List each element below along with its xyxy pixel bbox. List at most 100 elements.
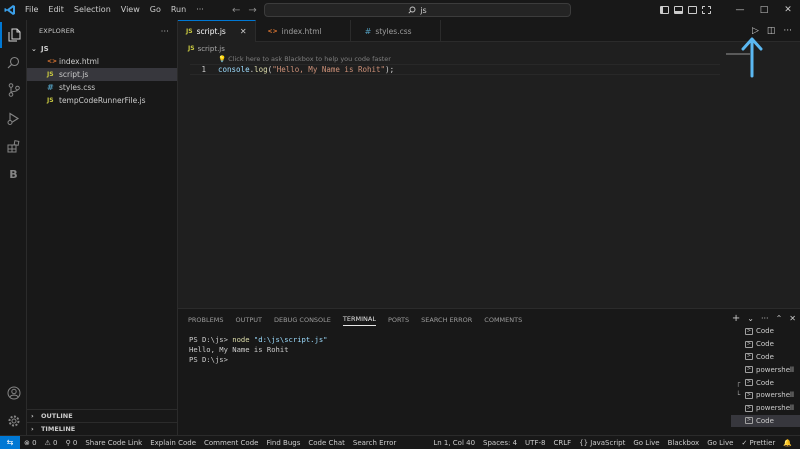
menu-edit[interactable]: Edit <box>43 0 69 20</box>
toggle-primary-sidebar-icon[interactable] <box>660 6 669 14</box>
chevron-down-icon[interactable]: ⌄ <box>747 314 754 323</box>
outline-section[interactable]: › OUTLINE <box>27 409 178 422</box>
html-file-icon: <> <box>47 58 58 65</box>
tab-problems[interactable]: PROBLEMS <box>188 316 223 324</box>
tab-debug-console[interactable]: DEBUG CONSOLE <box>274 316 331 324</box>
command-center-search[interactable]: js <box>264 3 571 17</box>
js-file-icon: JS <box>47 71 54 78</box>
search-icon[interactable] <box>0 49 27 75</box>
folder-js[interactable]: ⌄ JS <box>27 42 177 55</box>
terminal-icon: > <box>745 327 753 335</box>
file-label: styles.css <box>59 83 96 92</box>
tab-search-error[interactable]: SEARCH ERROR <box>421 316 472 324</box>
encoding[interactable]: UTF-8 <box>521 439 549 447</box>
breadcrumb[interactable]: JS script.js <box>188 43 225 54</box>
code-object: console <box>218 65 250 74</box>
terminal-item[interactable]: > Code <box>731 414 800 428</box>
tab-index-html[interactable]: <> index.html <box>256 20 351 42</box>
code-string: "Hello, My Name is Rohit" <box>272 65 386 74</box>
chevron-down-icon: ⌄ <box>31 44 37 53</box>
explorer-sidebar: EXPLORER ··· ⌄ JS <> index.html JS scrip… <box>27 20 178 435</box>
errors-count[interactable]: ⊗ 0 <box>20 439 41 447</box>
cursor-position[interactable]: Ln 1, Col 40 <box>429 439 479 447</box>
terminal-item[interactable]: > Code <box>731 351 800 364</box>
split-editor-icon[interactable]: ◫ <box>767 26 776 36</box>
go-live-button-2[interactable]: Go Live <box>703 439 737 447</box>
terminal-item[interactable]: > Code <box>731 338 800 351</box>
source-control-icon[interactable] <box>0 77 27 103</box>
indentation[interactable]: Spaces: 4 <box>479 439 521 447</box>
language-mode[interactable]: {} JavaScript <box>575 439 629 447</box>
file-script-js[interactable]: JS script.js <box>27 68 177 81</box>
toggle-panel-icon[interactable] <box>674 6 683 14</box>
terminal-item[interactable]: ┌ > Code <box>731 376 800 389</box>
forward-arrow-icon[interactable]: → <box>248 5 256 16</box>
blackbox-status[interactable]: Blackbox <box>664 439 704 447</box>
comment-code[interactable]: Comment Code <box>200 439 262 447</box>
ports-count[interactable]: ⚲ 0 <box>62 439 82 447</box>
terminal-output[interactable]: PS D:\js> node "d:\js\script.js" Hello, … <box>189 335 328 365</box>
menu-file[interactable]: File <box>20 0 43 20</box>
terminal-item[interactable]: > powershell <box>731 402 800 415</box>
code-line-1[interactable]: 1 console.log("Hello, My Name is Rohit")… <box>190 64 720 75</box>
menu-go[interactable]: Go <box>145 0 166 20</box>
extensions-icon[interactable] <box>0 133 27 159</box>
customize-layout-icon[interactable] <box>702 6 711 14</box>
share-code-link[interactable]: Share Code Link <box>81 439 146 447</box>
warnings-count[interactable]: ⚠ 0 <box>41 439 62 447</box>
minimize-window-icon[interactable]: — <box>728 5 752 15</box>
file-tempcoderunnerfile-js[interactable]: JS tempCodeRunnerFile.js <box>27 94 177 107</box>
explorer-icon[interactable] <box>0 22 27 48</box>
go-live-button[interactable]: Go Live <box>629 439 663 447</box>
menu-selection[interactable]: Selection <box>69 0 116 20</box>
explain-code[interactable]: Explain Code <box>146 439 200 447</box>
code-chat[interactable]: Code Chat <box>304 439 349 447</box>
toggle-secondary-sidebar-icon[interactable] <box>688 6 697 14</box>
explorer-header: EXPLORER ··· <box>27 20 177 42</box>
close-tab-icon[interactable]: ✕ <box>240 27 247 36</box>
tab-label: index.html <box>281 26 322 36</box>
terminal-argument: "d:\js\script.js" <box>253 335 328 344</box>
tab-terminal[interactable]: TERMINAL <box>342 315 376 326</box>
terminal-item[interactable]: └ > powershell <box>731 389 800 402</box>
terminal-item[interactable]: > powershell <box>731 363 800 376</box>
notifications-bell-icon[interactable]: 🔔 <box>779 439 796 447</box>
tab-comments[interactable]: COMMENTS <box>484 316 522 324</box>
menu-more[interactable]: ··· <box>191 0 209 20</box>
tab-styles-css[interactable]: # styles.css <box>351 20 441 42</box>
accounts-icon[interactable] <box>0 380 27 406</box>
file-styles-css[interactable]: # styles.css <box>27 81 177 94</box>
file-index-html[interactable]: <> index.html <box>27 55 177 68</box>
tab-ports[interactable]: PORTS <box>388 316 409 324</box>
close-window-icon[interactable]: ✕ <box>776 5 800 15</box>
explorer-more-icon[interactable]: ··· <box>161 27 169 36</box>
blackbox-hint[interactable]: 💡 Click here to ask Blackbox to help you… <box>218 55 391 63</box>
annotation-arrow-icon <box>741 37 763 78</box>
blackbox-extension-icon[interactable]: B <box>0 161 27 187</box>
search-error[interactable]: Search Error <box>349 439 400 447</box>
maximize-window-icon[interactable]: □ <box>752 5 776 15</box>
menu-run[interactable]: Run <box>166 0 191 20</box>
tab-output[interactable]: OUTPUT <box>235 316 262 324</box>
maximize-panel-icon[interactable]: ⌃ <box>776 314 783 323</box>
new-terminal-plus-icon[interactable]: + <box>732 313 740 324</box>
line-ending[interactable]: CRLF <box>549 439 575 447</box>
more-actions-icon[interactable]: ··· <box>783 26 792 36</box>
settings-gear-icon[interactable] <box>0 408 27 434</box>
run-code-play-icon[interactable]: ▷ <box>752 26 759 36</box>
terminal-item[interactable]: > Code <box>731 325 800 338</box>
tab-script-js[interactable]: JS script.js ✕ <box>178 20 256 42</box>
breadcrumb-file: script.js <box>197 44 225 53</box>
back-arrow-icon[interactable]: ← <box>232 5 240 16</box>
timeline-section[interactable]: › TIMELINE <box>27 422 178 435</box>
remote-icon[interactable]: ⇆ <box>0 435 20 449</box>
find-bugs[interactable]: Find Bugs <box>262 439 304 447</box>
menu-view[interactable]: View <box>116 0 145 20</box>
panel-more-icon[interactable]: ··· <box>761 314 769 323</box>
run-debug-icon[interactable] <box>0 105 27 131</box>
outline-label: OUTLINE <box>41 412 73 420</box>
layout-controls <box>660 0 711 20</box>
prettier-status[interactable]: ✓ Prettier <box>737 439 779 447</box>
close-panel-icon[interactable]: ✕ <box>789 314 796 323</box>
terminal-icon: > <box>745 417 753 425</box>
